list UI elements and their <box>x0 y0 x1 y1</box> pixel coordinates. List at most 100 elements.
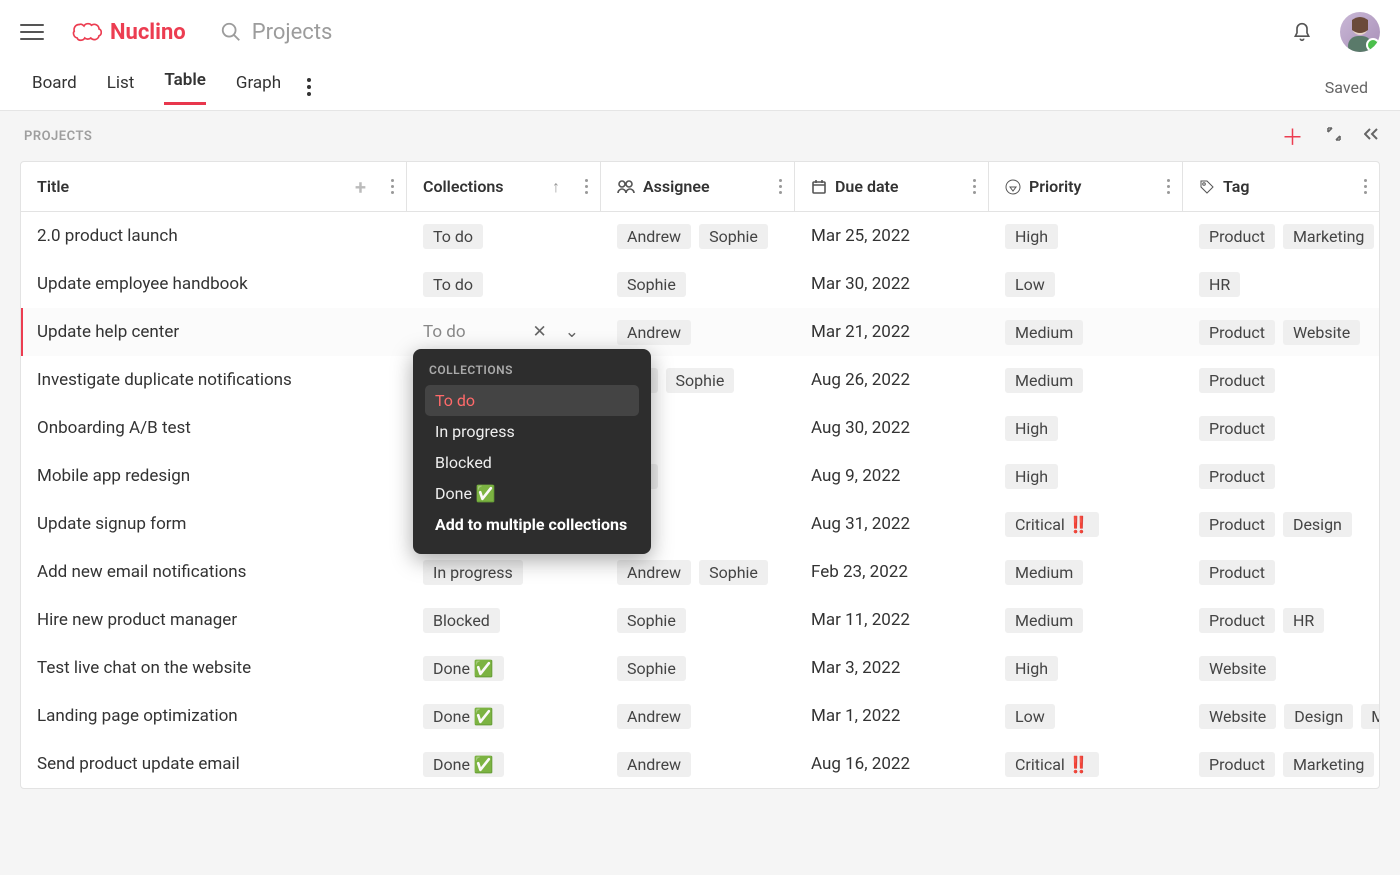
col-title[interactable]: Title + <box>21 162 407 211</box>
cell-due-date[interactable]: Aug 9, 2022 <box>795 466 989 486</box>
table-row[interactable]: Test live chat on the websiteDone ✅Sophi… <box>21 644 1379 692</box>
add-column-icon[interactable]: + <box>355 175 366 199</box>
cell-title[interactable]: Hire new product manager <box>21 610 407 630</box>
dropdown-option[interactable]: Done ✅ <box>425 478 639 509</box>
cell-tags[interactable]: Product <box>1183 368 1379 393</box>
cell-tags[interactable]: ProductMarketing <box>1183 752 1379 777</box>
col-tag[interactable]: Tag <box>1183 162 1379 211</box>
col-menu-icon[interactable] <box>391 179 394 194</box>
cell-tags[interactable]: ProductHR <box>1183 608 1379 633</box>
notifications-icon[interactable] <box>1292 21 1312 43</box>
cell-assignee[interactable]: AndrewSophie <box>601 560 795 585</box>
cell-tags[interactable]: Product <box>1183 416 1379 441</box>
cell-priority[interactable]: High <box>989 656 1183 681</box>
table-row[interactable]: Add new email notificationsIn progressAn… <box>21 548 1379 596</box>
cell-due-date[interactable]: Mar 30, 2022 <box>795 274 989 294</box>
cell-tags[interactable]: Website <box>1183 656 1379 681</box>
cell-collection[interactable]: Done ✅ <box>407 704 601 729</box>
cell-due-date[interactable]: Aug 31, 2022 <box>795 514 989 534</box>
cell-tags[interactable]: ProductWebsite <box>1183 320 1379 345</box>
cell-collection[interactable]: In progress <box>407 560 601 585</box>
add-multiple-collections[interactable]: Add to multiple collections <box>425 509 639 540</box>
table-row[interactable]: Update signup formTo doieAug 31, 2022Cri… <box>21 500 1379 548</box>
cell-due-date[interactable]: Mar 21, 2022 <box>795 322 989 342</box>
table-row[interactable]: Update employee handbookTo doSophieMar 3… <box>21 260 1379 308</box>
cell-due-date[interactable]: Aug 16, 2022 <box>795 754 989 774</box>
sort-asc-icon[interactable]: ↑ <box>552 177 560 197</box>
cell-collection[interactable]: Blocked <box>407 608 601 633</box>
cell-tags[interactable]: ProductMarketing <box>1183 224 1379 249</box>
col-menu-icon[interactable] <box>1167 179 1170 194</box>
add-item-icon[interactable]: ＋ <box>1281 120 1304 152</box>
dropdown-option[interactable]: To do <box>425 385 639 416</box>
table-row[interactable]: Hire new product managerBlockedSophieMar… <box>21 596 1379 644</box>
cell-collection[interactable]: Done ✅ <box>407 752 601 777</box>
tab-list[interactable]: List <box>107 73 135 105</box>
cell-priority[interactable]: High <box>989 224 1183 249</box>
cell-assignee[interactable]: AndrewSophie <box>601 224 795 249</box>
cell-title[interactable]: Update employee handbook <box>21 274 407 294</box>
cell-assignee[interactable]: Andrew <box>601 752 795 777</box>
cell-due-date[interactable]: Aug 26, 2022 <box>795 370 989 390</box>
cell-assignee[interactable]: Sophie <box>601 656 795 681</box>
clear-icon[interactable]: ✕ <box>533 322 547 342</box>
cell-due-date[interactable]: Mar 25, 2022 <box>795 226 989 246</box>
cell-priority[interactable]: High <box>989 416 1183 441</box>
cell-tags[interactable]: ProductDesign <box>1183 512 1379 537</box>
cell-tags[interactable]: HR <box>1183 272 1379 297</box>
cell-due-date[interactable]: Feb 23, 2022 <box>795 562 989 582</box>
cell-collection[interactable]: Done ✅ <box>407 656 601 681</box>
col-due-date[interactable]: Due date <box>795 162 989 211</box>
cell-title[interactable]: Update signup form <box>21 514 407 534</box>
col-menu-icon[interactable] <box>1364 179 1367 194</box>
cell-priority[interactable]: Low <box>989 272 1183 297</box>
table-row[interactable]: Send product update emailDone ✅AndrewAug… <box>21 740 1379 788</box>
table-row[interactable]: Investigate duplicate notificationsTo do… <box>21 356 1379 404</box>
cell-assignee[interactable]: Andrew <box>601 320 795 345</box>
cell-priority[interactable]: Critical ‼️ <box>989 512 1183 537</box>
cell-collection[interactable]: To do <box>407 224 601 249</box>
cell-priority[interactable]: High <box>989 464 1183 489</box>
cell-title[interactable]: 2.0 product launch <box>21 226 407 246</box>
cell-due-date[interactable]: Aug 30, 2022 <box>795 418 989 438</box>
cell-priority[interactable]: Medium <box>989 608 1183 633</box>
table-row[interactable]: Landing page optimizationDone ✅AndrewMar… <box>21 692 1379 740</box>
col-menu-icon[interactable] <box>779 179 782 194</box>
tab-table[interactable]: Table <box>164 70 206 105</box>
cell-title[interactable]: Update help center <box>21 322 407 342</box>
tab-graph[interactable]: Graph <box>236 73 281 105</box>
cell-assignee[interactable]: Andrew <box>601 704 795 729</box>
cell-collection[interactable]: To do✕⌄ <box>407 322 601 342</box>
menu-icon[interactable] <box>20 20 44 44</box>
cell-due-date[interactable]: Mar 3, 2022 <box>795 658 989 678</box>
table-row[interactable]: Update help centerTo do✕⌄AndrewMar 21, 2… <box>21 308 1379 356</box>
dropdown-option[interactable]: Blocked <box>425 447 639 478</box>
hide-panel-icon[interactable] <box>1364 127 1380 145</box>
col-collections[interactable]: Collections ↑ <box>407 162 601 211</box>
tab-board[interactable]: Board <box>32 73 77 105</box>
cell-title[interactable]: Landing page optimization <box>21 706 407 726</box>
col-menu-icon[interactable] <box>585 179 588 194</box>
cell-priority[interactable]: Medium <box>989 368 1183 393</box>
cell-title[interactable]: Onboarding A/B test <box>21 418 407 438</box>
col-menu-icon[interactable] <box>973 179 976 194</box>
cell-tags[interactable]: Product <box>1183 560 1379 585</box>
cell-title[interactable]: Investigate duplicate notifications <box>21 370 407 390</box>
cell-title[interactable]: Mobile app redesign <box>21 466 407 486</box>
cell-due-date[interactable]: Mar 1, 2022 <box>795 706 989 726</box>
cell-priority[interactable]: Medium <box>989 560 1183 585</box>
cell-priority[interactable]: Critical ‼️ <box>989 752 1183 777</box>
cell-due-date[interactable]: Mar 11, 2022 <box>795 610 989 630</box>
cell-assignee[interactable]: Sophie <box>601 272 795 297</box>
cell-title[interactable]: Add new email notifications <box>21 562 407 582</box>
cell-tags[interactable]: Product <box>1183 464 1379 489</box>
cell-tags[interactable]: WebsiteDesignMark <box>1183 704 1379 729</box>
cell-title[interactable]: Send product update email <box>21 754 407 774</box>
cell-priority[interactable]: Medium <box>989 320 1183 345</box>
chevron-down-icon[interactable]: ⌄ <box>565 322 579 342</box>
avatar[interactable] <box>1340 12 1380 52</box>
views-more-icon[interactable] <box>307 78 311 96</box>
dropdown-option[interactable]: In progress <box>425 416 639 447</box>
cell-priority[interactable]: Low <box>989 704 1183 729</box>
col-assignee[interactable]: Assignee <box>601 162 795 211</box>
